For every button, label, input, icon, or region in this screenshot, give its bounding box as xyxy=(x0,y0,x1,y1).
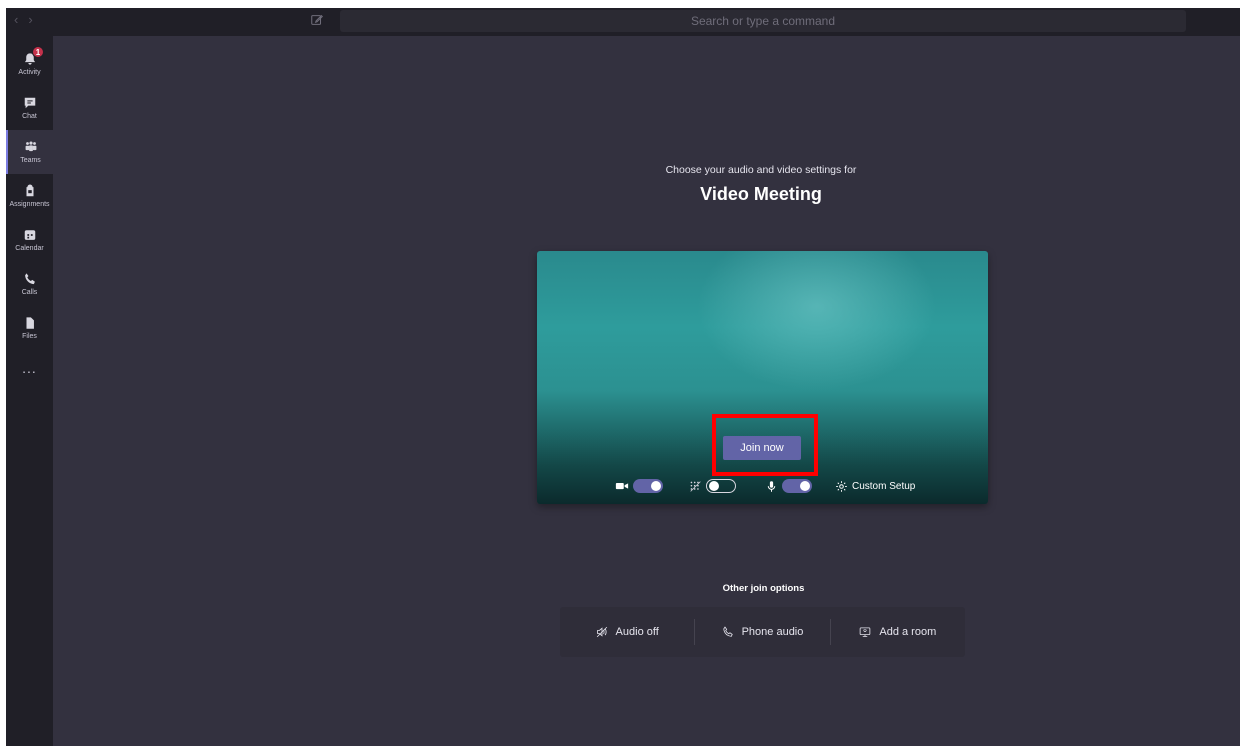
rail-label-activity: Activity xyxy=(18,69,41,76)
file-icon xyxy=(26,317,34,329)
new-chat-icon[interactable] xyxy=(310,13,326,29)
rail-label-calendar: Calendar xyxy=(15,245,44,252)
camera-icon xyxy=(615,482,629,490)
join-now-button[interactable]: Join now xyxy=(723,436,801,460)
device-controls: Custom Setup xyxy=(537,476,988,496)
app-rail: Activity 1 Chat Teams Assignments Calend… xyxy=(6,36,53,746)
rail-item-activity[interactable]: Activity 1 xyxy=(6,42,53,86)
back-icon[interactable]: ‹ xyxy=(14,12,18,27)
rail-item-teams[interactable]: Teams xyxy=(6,130,53,174)
rail-more-button[interactable]: ... xyxy=(6,350,53,386)
blur-toggle[interactable] xyxy=(706,479,736,493)
other-join-options-label: Other join options xyxy=(722,583,805,594)
rail-label-files: Files xyxy=(22,333,37,340)
audio-off-label: Audio off xyxy=(615,626,659,638)
blur-control xyxy=(689,478,736,494)
add-room-label: Add a room xyxy=(879,626,937,638)
add-room-option[interactable]: Add a room xyxy=(829,619,965,645)
video-preview: Join now Custom Setup xyxy=(537,251,988,504)
chat-icon xyxy=(24,97,35,109)
teams-icon xyxy=(25,141,36,152)
rail-item-files[interactable]: Files xyxy=(6,306,53,350)
prejoin-subtitle: Choose your audio and video settings for xyxy=(665,164,857,176)
rail-item-chat[interactable]: Chat xyxy=(6,86,53,130)
mic-toggle[interactable] xyxy=(782,479,812,493)
rail-label-chat: Chat xyxy=(22,113,37,120)
rail-label-calls: Calls xyxy=(21,289,38,296)
phone-audio-option[interactable]: Phone audio xyxy=(694,619,829,645)
speaker-off-icon xyxy=(596,626,607,638)
search-placeholder: Search or type a command xyxy=(690,14,836,28)
forward-icon[interactable]: › xyxy=(28,12,32,27)
meeting-title: Video Meeting xyxy=(700,184,822,204)
top-bar: ‹ › Search or type a command xyxy=(6,8,1240,36)
search-input[interactable]: Search or type a command xyxy=(340,10,1186,32)
rail-item-calendar[interactable]: Calendar xyxy=(6,218,53,262)
rail-item-calls[interactable]: Calls xyxy=(6,262,53,306)
custom-setup-button[interactable]: Custom Setup xyxy=(835,478,915,494)
rail-label-assignments: Assignments xyxy=(9,201,50,208)
notification-badge: 1 xyxy=(32,46,44,58)
nav-arrows: ‹ › xyxy=(14,12,33,27)
phone-icon xyxy=(24,273,35,285)
camera-control xyxy=(615,478,663,494)
rail-label-teams: Teams xyxy=(20,157,41,164)
more-icon: ... xyxy=(22,360,37,376)
phone-audio-label: Phone audio xyxy=(741,626,804,638)
teams-window: ‹ › Search or type a command Activity 1 xyxy=(6,8,1240,746)
custom-setup-label: Custom Setup xyxy=(852,480,916,492)
background-blur-icon xyxy=(690,480,701,492)
mic-control xyxy=(765,478,812,494)
rail-item-assignments[interactable]: Assignments xyxy=(6,174,53,218)
camera-toggle[interactable] xyxy=(633,479,663,493)
microphone-icon xyxy=(767,480,776,492)
assignments-icon xyxy=(26,184,33,197)
gear-icon xyxy=(836,480,847,492)
phone-icon xyxy=(722,626,733,637)
audio-off-option[interactable]: Audio off xyxy=(560,619,694,645)
other-join-options: Audio off Phone audio Add a room xyxy=(560,607,965,657)
room-display-icon xyxy=(860,627,871,637)
calendar-icon xyxy=(24,230,35,240)
